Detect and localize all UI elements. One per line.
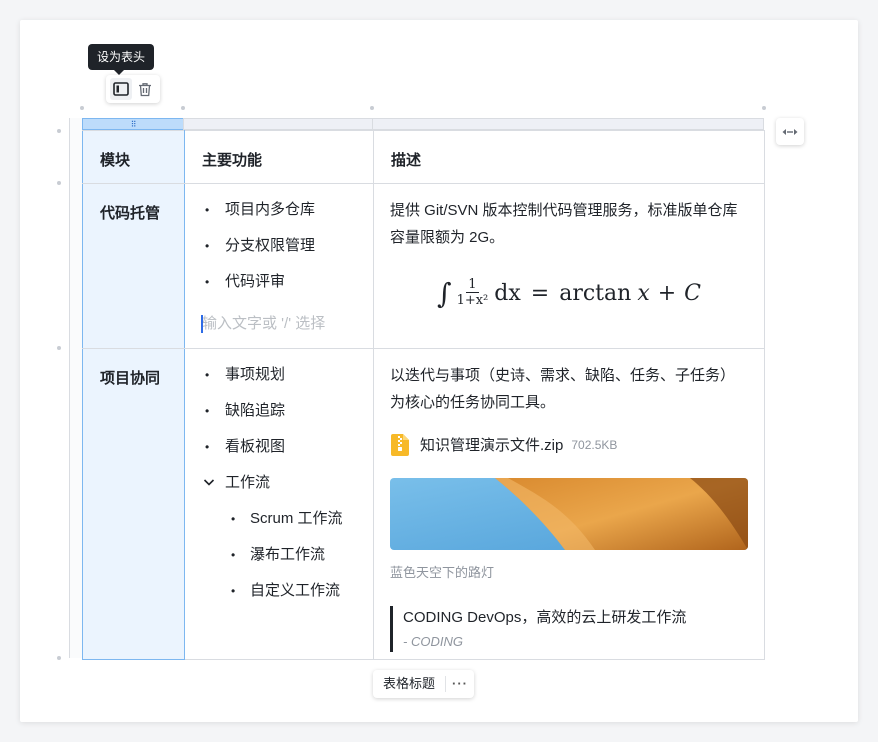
- image-street-lamp[interactable]: [390, 478, 748, 550]
- row-handle-dot[interactable]: [57, 346, 61, 350]
- list-item: 事项规划: [185, 357, 373, 393]
- list-item: 项目内多仓库: [185, 192, 373, 228]
- list-item: 缺陷追踪: [185, 393, 373, 429]
- placeholder-text: 输入文字或 '/' 选择: [202, 315, 326, 332]
- formula-equals: =: [530, 280, 550, 306]
- chevron-down-icon[interactable]: [203, 478, 215, 487]
- delete-column-button[interactable]: [134, 78, 156, 100]
- data-table: 模块 主要功能 描述 代码托管 项目内多仓库 分支权限管理 代码评审 输入文字或…: [82, 130, 765, 660]
- row-ruler[interactable]: [69, 118, 83, 658]
- formula-variable: x: [637, 280, 650, 306]
- column-toolbar: [106, 75, 160, 103]
- more-icon[interactable]: ···: [446, 670, 474, 698]
- blockquote[interactable]: CODING DevOps，高效的云上研发工作流 - CODING: [390, 606, 748, 652]
- features-cell[interactable]: 项目内多仓库 分支权限管理 代码评审 输入文字或 '/' 选择: [184, 183, 374, 349]
- quote-text: CODING DevOps，高效的云上研发工作流: [403, 609, 687, 626]
- list-item: 看板视图: [185, 429, 373, 465]
- module-cell[interactable]: 代码托管: [82, 183, 185, 349]
- list-item: 代码评审: [185, 264, 373, 300]
- description-cell[interactable]: 提供 Git/SVN 版本控制代码管理服务，标准版单仓库容量限额为 2G。 ∫ …: [373, 183, 765, 349]
- table-caption-button[interactable]: 表格标题: [373, 670, 445, 698]
- table-header-row: 模块 主要功能 描述: [82, 130, 765, 184]
- expand-horizontal-icon: [782, 128, 798, 135]
- formula-dx: dx: [494, 280, 521, 306]
- file-name: 知识管理演示文件.zip: [420, 436, 564, 454]
- header-text: 模块: [100, 152, 131, 169]
- col-header[interactable]: [183, 118, 373, 130]
- toggle-list-workflow[interactable]: 工作流: [185, 465, 373, 501]
- col-handle-dot[interactable]: [80, 106, 84, 110]
- description-text: 以迭代与事项（史诗、需求、缺陷、任务、子任务）为核心的任务协同工具。: [390, 367, 736, 411]
- trash-icon: [139, 82, 151, 96]
- header-cell[interactable]: 模块: [82, 130, 185, 184]
- col-handle-dot[interactable]: [181, 106, 185, 110]
- file-size: 702.5KB: [571, 437, 618, 452]
- formula-plus: +: [657, 280, 677, 306]
- header-text: 主要功能: [202, 152, 263, 169]
- row-handle-dot[interactable]: [57, 129, 61, 133]
- list-item: 分支权限管理: [185, 228, 373, 264]
- module-name: 项目协同: [100, 370, 161, 387]
- resize-width-button[interactable]: [776, 118, 804, 145]
- math-formula[interactable]: ∫ 1 1+x² dx = arctan x + C: [390, 271, 748, 315]
- image-caption: 蓝色天空下的路灯: [390, 565, 495, 580]
- formula-constant: C: [684, 280, 702, 306]
- header-cell[interactable]: 描述: [373, 130, 765, 184]
- integral-sign: ∫: [436, 276, 452, 310]
- quote-author: - CODING: [403, 634, 463, 649]
- row-handle-dot[interactable]: [57, 656, 61, 660]
- toggle-label: 工作流: [225, 474, 271, 491]
- col-header[interactable]: [372, 118, 764, 130]
- fraction-numerator: 1: [466, 277, 479, 293]
- col-handle-dot[interactable]: [762, 106, 766, 110]
- drag-grip-icon[interactable]: ⠿: [131, 121, 137, 129]
- table-row: 项目协同 事项规划 缺陷追踪 看板视图 工作流 Scrum 工作流 瀑布工作流 …: [82, 348, 765, 660]
- module-name: 代码托管: [100, 205, 161, 222]
- features-cell[interactable]: 事项规划 缺陷追踪 看板视图 工作流 Scrum 工作流 瀑布工作流 自定义工作…: [184, 348, 374, 660]
- set-header-button[interactable]: [110, 78, 132, 100]
- row-handle-dot[interactable]: [57, 181, 61, 185]
- sub-list-item: 自定义工作流: [185, 573, 373, 609]
- file-attachment[interactable]: 知识管理演示文件.zip 702.5KB: [390, 431, 748, 459]
- sub-list-item: Scrum 工作流: [185, 501, 373, 537]
- tooltip-set-header: 设为表头: [88, 44, 155, 75]
- col-handle-dot[interactable]: [370, 106, 374, 110]
- fraction: 1 1+x²: [455, 277, 491, 309]
- col-header-selected[interactable]: ⠿: [82, 118, 184, 130]
- module-cell[interactable]: 项目协同: [82, 348, 185, 660]
- header-cell[interactable]: 主要功能: [184, 130, 374, 184]
- description-text: 提供 Git/SVN 版本控制代码管理服务，标准版单仓库容量限额为 2G。: [390, 202, 738, 246]
- text-caret: [201, 315, 203, 333]
- table-bottom-toolbar: 表格标题 ···: [373, 670, 475, 698]
- table-header-icon: [113, 82, 129, 96]
- header-text: 描述: [391, 152, 422, 169]
- zip-file-icon: [391, 434, 409, 456]
- table-row: 代码托管 项目内多仓库 分支权限管理 代码评审 输入文字或 '/' 选择 提供 …: [82, 183, 765, 349]
- formula-function: arctan: [559, 280, 632, 306]
- text-input-placeholder[interactable]: 输入文字或 '/' 选择: [185, 306, 373, 342]
- fraction-denominator: 1+x²: [456, 293, 489, 308]
- description-cell[interactable]: 以迭代与事项（史诗、需求、缺陷、任务、子任务）为核心的任务协同工具。 知识管理演…: [373, 348, 765, 660]
- sub-list-item: 瀑布工作流: [185, 537, 373, 573]
